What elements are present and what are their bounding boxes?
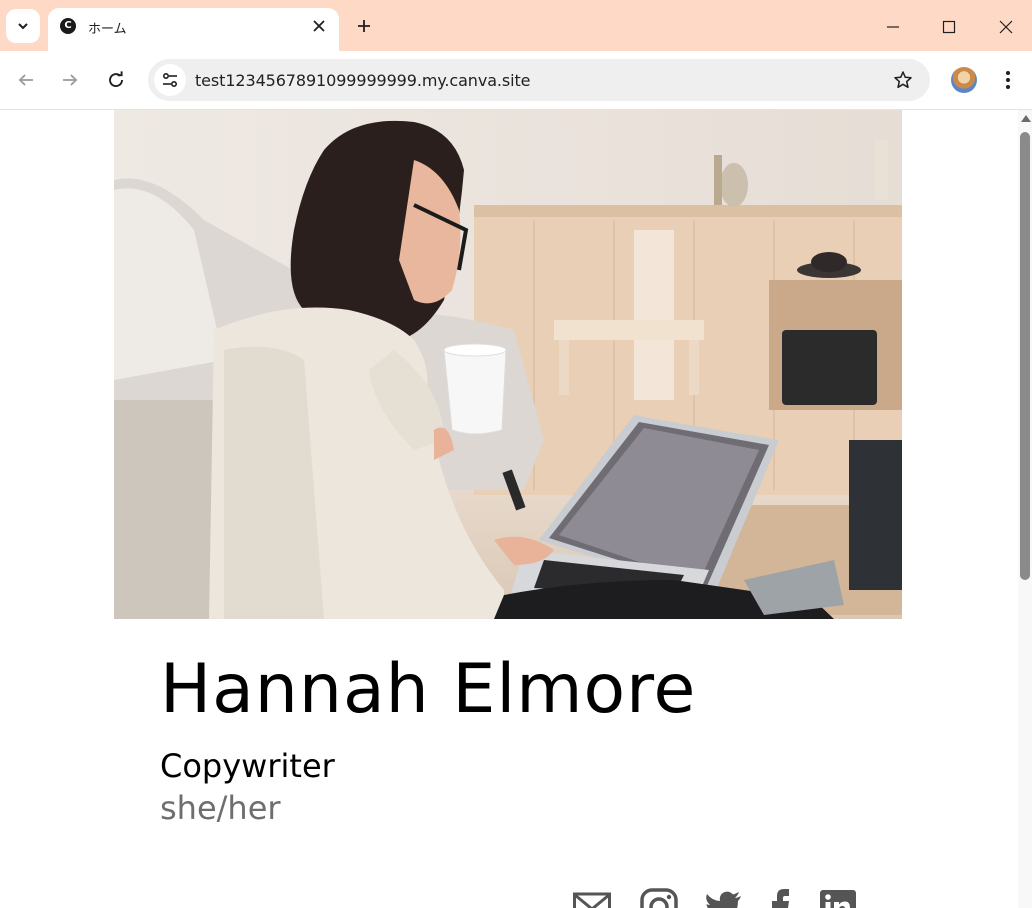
scroll-up-arrow-icon[interactable] xyxy=(1021,115,1031,122)
tune-icon xyxy=(162,72,178,88)
reload-button[interactable] xyxy=(99,63,133,97)
instagram-icon xyxy=(640,888,678,908)
twitter-link[interactable] xyxy=(705,886,743,908)
profile-name: Hannah Elmore xyxy=(160,650,697,729)
star-icon xyxy=(894,71,912,89)
site-info-button[interactable] xyxy=(154,64,186,96)
arrow-left-icon xyxy=(18,74,33,86)
new-tab-button[interactable] xyxy=(352,14,376,38)
facebook-link[interactable] xyxy=(762,886,800,908)
close-tab-button[interactable] xyxy=(309,16,329,36)
minimize-icon xyxy=(887,26,899,28)
profile-pronouns: she/her xyxy=(160,789,281,827)
forward-button[interactable] xyxy=(53,63,87,97)
minimize-button[interactable] xyxy=(876,10,910,44)
more-vert-icon xyxy=(1006,71,1010,89)
email-link[interactable] xyxy=(573,886,611,908)
chevron-down-icon xyxy=(18,23,28,30)
instagram-link[interactable] xyxy=(640,886,678,908)
page-viewport: Hannah Elmore Copywriter she/her xyxy=(0,110,1018,908)
close-icon xyxy=(313,20,325,32)
bookmark-button[interactable] xyxy=(892,69,914,91)
close-icon xyxy=(999,20,1013,34)
profile-role: Copywriter xyxy=(160,747,335,785)
maximize-icon xyxy=(942,20,956,34)
address-bar[interactable]: test1234567891099999999.my.canva.site xyxy=(148,59,930,101)
facebook-icon xyxy=(772,889,789,908)
arrow-right-icon xyxy=(63,74,78,86)
profile-avatar[interactable] xyxy=(951,67,977,93)
plus-icon xyxy=(358,20,370,32)
browser-toolbar: test1234567891099999999.my.canva.site xyxy=(0,51,1032,110)
back-button[interactable] xyxy=(9,63,43,97)
linkedin-link[interactable] xyxy=(819,886,857,908)
linkedin-icon xyxy=(820,890,856,908)
scrollbar-thumb[interactable] xyxy=(1020,132,1030,580)
mail-icon xyxy=(573,892,611,908)
close-window-button[interactable] xyxy=(989,10,1023,44)
vertical-scrollbar[interactable] xyxy=(1018,110,1032,908)
tab-search-button[interactable] xyxy=(6,9,40,43)
maximize-button[interactable] xyxy=(932,10,966,44)
browser-menu-button[interactable] xyxy=(996,67,1020,93)
tab-title: ホーム xyxy=(88,22,127,37)
reload-icon xyxy=(109,71,123,88)
hero-photo xyxy=(114,110,902,619)
active-tab[interactable]: C ホーム xyxy=(48,8,339,51)
url-text[interactable]: test1234567891099999999.my.canva.site xyxy=(195,71,530,90)
canva-favicon-icon: C xyxy=(60,18,76,34)
twitter-icon xyxy=(706,891,741,908)
tab-strip: C ホーム xyxy=(0,0,1032,51)
